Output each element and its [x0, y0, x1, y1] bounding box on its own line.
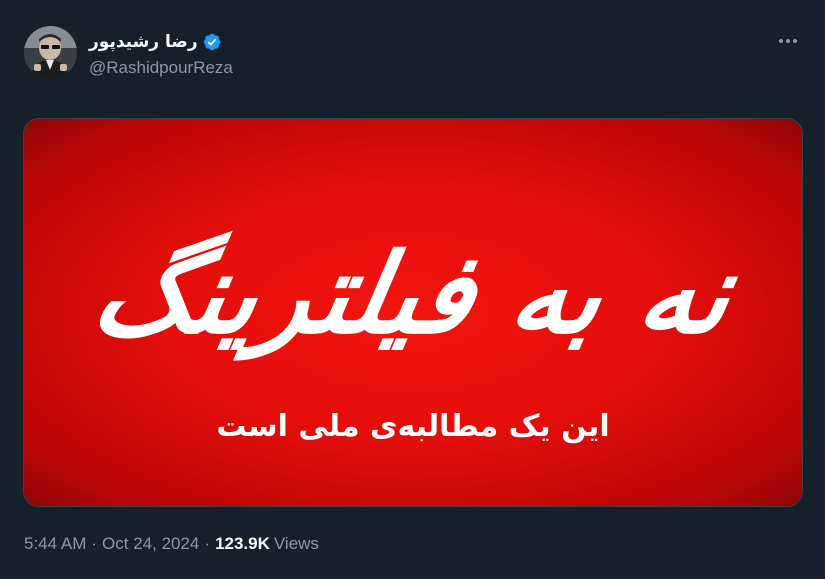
tweet: رضا رشیدپور @RashidpourReza نه به فیلتری… — [0, 0, 825, 579]
tweet-header: رضا رشیدپور @RashidpourReza — [24, 26, 233, 82]
tweet-time[interactable]: 5:44 AM — [24, 534, 86, 554]
media-subtitle-text: این یک مطالبه‌ی ملی است — [216, 409, 610, 444]
avatar-photo — [24, 26, 77, 79]
author-handle[interactable]: @RashidpourReza — [89, 58, 233, 78]
author-info: رضا رشیدپور @RashidpourReza — [89, 26, 233, 78]
meta-separator: · — [204, 534, 211, 553]
tweet-media-image[interactable]: نه به فیلترینگ این یک مطالبه‌ی ملی است — [23, 118, 803, 507]
author-display-name[interactable]: رضا رشیدپور — [89, 32, 198, 52]
views-label: Views — [273, 534, 319, 553]
meta-separator: · — [91, 534, 98, 553]
more-options-icon — [779, 39, 797, 43]
verified-badge-icon[interactable] — [202, 32, 222, 52]
media-title-text: نه به فیلترینگ — [84, 229, 742, 358]
tweet-meta: 5:44 AM · Oct 24, 2024 · 123.9K Views — [24, 534, 319, 554]
avatar[interactable] — [24, 26, 77, 79]
views-count[interactable]: 123.9K — [215, 534, 270, 554]
more-options-button[interactable] — [775, 30, 801, 52]
author-name-row: رضا رشیدپور — [89, 30, 233, 54]
tweet-date[interactable]: Oct 24, 2024 — [102, 534, 199, 554]
